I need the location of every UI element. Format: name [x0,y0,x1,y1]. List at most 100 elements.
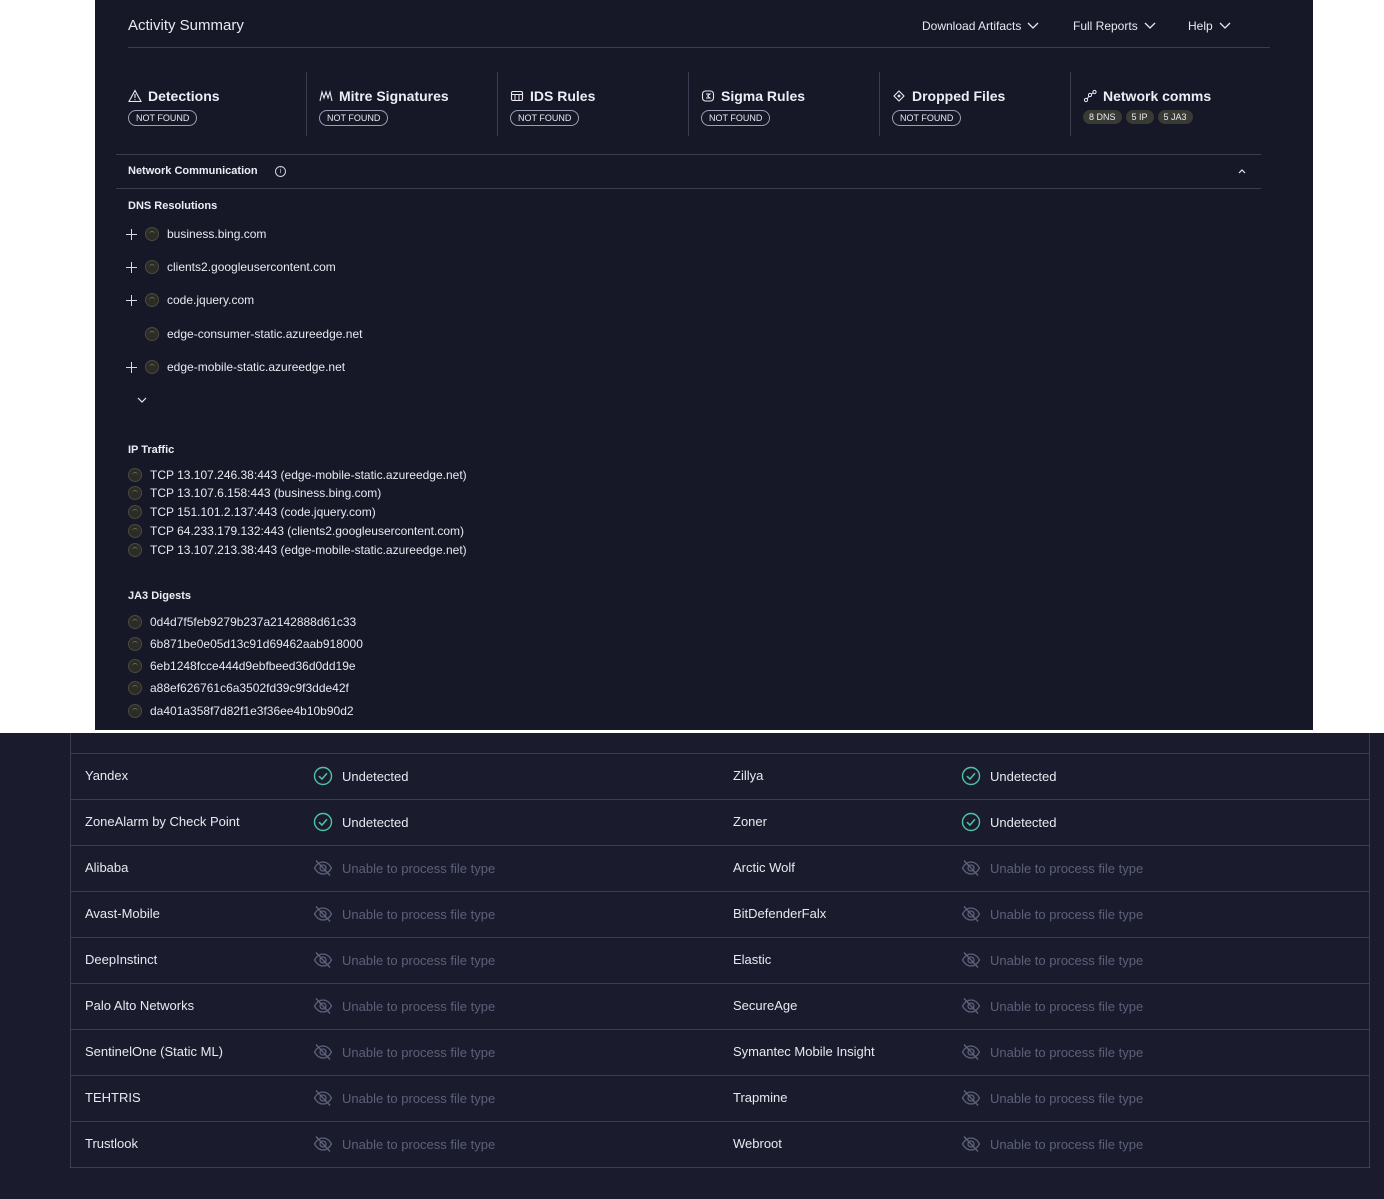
mitre-signatures-card[interactable]: Mitre Signatures NOT FOUND [307,72,498,136]
card-title: Mitre Signatures [339,88,449,104]
dns-row[interactable]: business.bing.com [126,226,266,242]
status-label: Undetected [342,814,409,830]
activity-summary-panel: Activity Summary Download Artifacts Full… [95,0,1313,730]
vendor-status: Undetected [313,812,409,832]
ids-rules-card[interactable]: IDS Rules NOT FOUND [498,72,689,136]
eye-slash-icon [313,860,333,876]
dropped-files-card[interactable]: Dropped Files NOT FOUND [880,72,1071,136]
dns-row: edge-consumer-static.azureedge.net [126,326,362,342]
vendor-name: Arctic Wolf [733,860,795,875]
eye-slash-icon [961,952,981,968]
eye-slash-icon [961,1090,981,1106]
expand-plus-icon[interactable] [126,228,137,240]
ip-row: TCP 64.233.179.132:443 (clients2.googleu… [128,523,464,539]
status-dot-icon [145,360,159,374]
status-dot-icon [145,260,159,274]
download-artifacts-menu[interactable]: Download Artifacts [922,19,1039,33]
status-label: Unable to process file type [342,998,496,1014]
table-row: ZoneAlarm by Check Point Undetected Zoner U… [71,800,1369,846]
table-row-partial [71,708,1369,754]
status-label: Undetected [342,768,409,784]
table-row: Trustlook Unable to process file type Webr… [71,1122,1369,1168]
table-row: SentinelOne (Static ML) Unable to process… [71,1030,1369,1076]
status-dot-icon [128,659,142,673]
status-label: Unable to process file type [990,952,1144,968]
dropped-files-icon [893,90,905,102]
vendor-name: Trapmine [733,1090,788,1105]
vendor-name: Alibaba [85,860,129,875]
vendor-status: Unable to process file type [961,950,1143,970]
network-comms-card[interactable]: Network comms 8 DNS 5 IP 5 JA3 [1071,72,1262,136]
ip-entry: TCP 13.107.213.38:443 (edge-mobile-stati… [150,543,467,557]
help-menu[interactable]: Help [1188,19,1231,33]
status-label: Unable to process file type [342,1090,496,1106]
vendor-name: Symantec Mobile Insight [733,1044,875,1059]
check-circle-icon [961,766,981,786]
status-label: Unable to process file type [342,906,496,922]
ip-entry: TCP 151.101.2.137:443 (code.jquery.com) [150,505,376,519]
vendor-status: Unable to process file type [961,1134,1143,1154]
status-dot-icon [128,486,142,500]
expand-plus-icon[interactable] [126,261,137,273]
eye-slash-icon [961,906,981,922]
info-icon[interactable]: i [275,166,286,177]
status-label: Unable to process file type [342,1044,496,1060]
ja3-digest: 6b871be0e05d13c91d69462aab918000 [150,637,363,651]
vendor-status: Undetected [961,812,1057,832]
show-more-chevron-icon[interactable] [137,397,147,404]
vendor-status: Undetected [961,766,1057,786]
vendor-name: ZoneAlarm by Check Point [85,814,240,829]
vendor-name: Yandex [85,768,129,783]
full-reports-menu[interactable]: Full Reports [1073,19,1156,33]
vendor-status: Unable to process file type [313,996,495,1016]
sigma-rules-card[interactable]: Sigma Rules NOT FOUND [689,72,880,136]
page-title: Activity Summary [128,17,244,34]
table-row: Alibaba Unable to process file type Arctic… [71,846,1369,892]
vendor-name: Avast-Mobile [85,906,160,921]
dns-row[interactable]: code.jquery.com [126,292,254,308]
vendor-name: DeepInstinct [85,952,158,967]
vendor-name: BitDefenderFalx [733,906,827,921]
ja3-digest: 0d4d7f5feb9279b237a2142888d61c33 [150,615,357,629]
dns-host: edge-consumer-static.azureedge.net [167,327,363,341]
status-label: Unable to process file type [990,1044,1144,1060]
summary-cards: Detections NOT FOUND Mitre Signatures NO… [116,72,1262,136]
expand-plus-icon[interactable] [126,294,137,306]
chevron-up-icon[interactable] [1237,167,1247,175]
ip-row: TCP 13.107.213.38:443 (edge-mobile-stati… [128,542,467,558]
vendor-name: Elastic [733,952,772,967]
status-badge: NOT FOUND [510,110,580,126]
table-row: Yandex Undetected Zillya Undetected [71,754,1369,800]
dns-row[interactable]: edge-mobile-static.azureedge.net [126,359,345,375]
status-label: Undetected [990,768,1057,784]
chevron-down-icon [1219,22,1231,29]
card-title: Sigma Rules [721,88,806,104]
section-title: Network Communication [128,165,258,177]
eye-slash-icon [313,1136,333,1152]
ip-traffic-heading: IP Traffic [128,444,175,456]
card-title: IDS Rules [530,88,596,104]
vendor-name: Zillya [733,768,764,783]
chevron-down-icon [1144,22,1156,29]
dns-row[interactable]: clients2.googleusercontent.com [126,259,336,275]
dns-host: code.jquery.com [167,293,255,307]
ip-row: TCP 13.107.246.38:443 (edge-mobile-stati… [128,467,467,483]
vendor-status: Unable to process file type [313,904,495,924]
vendor-status: Unable to process file type [313,1088,495,1108]
ip-entry: TCP 64.233.179.132:443 (clients2.googleu… [150,524,464,538]
expand-plus-icon[interactable] [126,361,137,373]
menu-label: Help [1188,19,1213,33]
ja3-count-pill: 5 JA3 [1157,110,1193,124]
network-icon [1083,89,1097,103]
vendor-status: Unable to process file type [961,904,1143,924]
network-communication-header[interactable]: Network Communication i [116,154,1261,189]
status-badge: NOT FOUND [319,110,389,126]
eye-slash-icon [313,1090,333,1106]
vendor-name: Zoner [733,814,767,829]
eye-slash-icon [313,952,333,968]
eye-slash-icon [313,998,333,1014]
status-badge: NOT FOUND [701,110,771,126]
status-dot-icon [128,543,142,557]
detections-card[interactable]: Detections NOT FOUND [116,72,307,136]
vendor-name: Webroot [733,1136,782,1151]
